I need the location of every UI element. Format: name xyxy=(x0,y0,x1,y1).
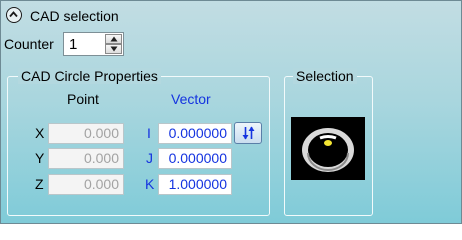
counter-value[interactable]: 1 xyxy=(69,36,77,53)
circle-feature-icon xyxy=(302,128,354,172)
vector-i-field[interactable]: 0.000000 xyxy=(158,123,232,144)
counter-label: Counter xyxy=(4,36,54,52)
point-x-label: X xyxy=(35,125,45,141)
point-column-header: Point xyxy=(67,91,99,107)
flip-vector-icon xyxy=(242,126,255,140)
point-z-label: Z xyxy=(35,176,44,192)
cad-circle-properties-group: CAD Circle Properties xyxy=(7,68,270,216)
vector-i-label: I xyxy=(147,125,151,141)
flip-vector-button[interactable] xyxy=(234,122,262,144)
vector-k-field[interactable]: 1.000000 xyxy=(158,174,232,195)
counter-stepper[interactable]: 1 xyxy=(63,32,124,56)
counter-increment-button[interactable] xyxy=(105,34,122,44)
counter-decrement-button[interactable] xyxy=(105,44,122,54)
point-z-field: 0.000 xyxy=(48,174,124,195)
point-y-label: Y xyxy=(35,150,45,166)
cad-preview-image xyxy=(291,117,365,180)
arrow-down-icon xyxy=(110,46,118,52)
point-x-field: 0.000 xyxy=(48,123,124,144)
vector-j-label: J xyxy=(146,150,153,166)
chevron-up-icon xyxy=(9,11,18,18)
point-y-field: 0.000 xyxy=(48,148,124,169)
collapse-toggle-button[interactable] xyxy=(6,7,22,23)
vector-column-header: Vector xyxy=(171,91,211,107)
selection-title: Selection xyxy=(293,68,357,84)
vector-j-field[interactable]: 0.000000 xyxy=(158,148,232,169)
cad-circle-properties-title: CAD Circle Properties xyxy=(18,68,161,84)
vector-k-label: K xyxy=(145,176,155,192)
section-title: CAD selection xyxy=(30,8,119,24)
arrow-up-icon xyxy=(110,36,118,42)
cad-selection-panel: CAD selection Counter 1 CAD Circle Prope… xyxy=(0,0,462,224)
